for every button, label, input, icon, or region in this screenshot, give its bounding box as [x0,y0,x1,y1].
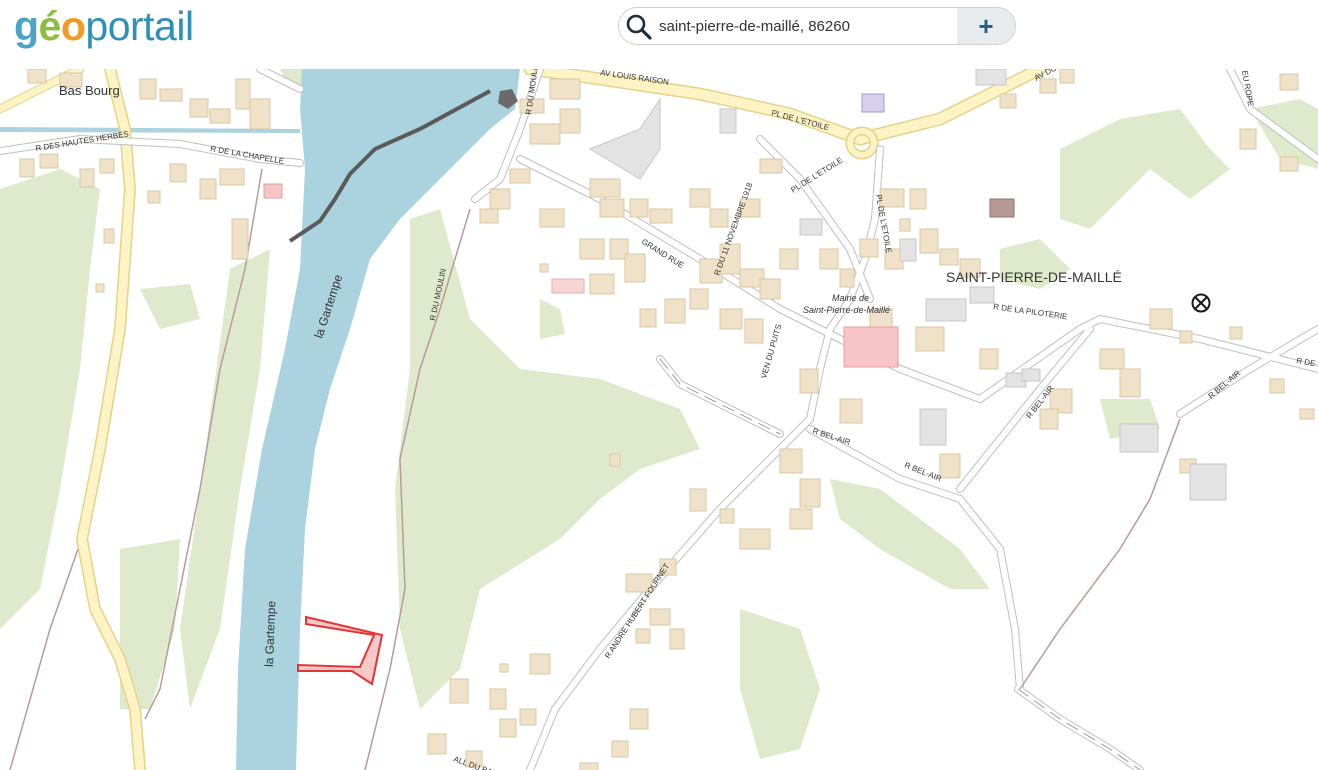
selected-parcel[interactable] [297,615,384,686]
vegetation-areas [0,69,1318,759]
dark-building [989,198,1015,218]
mairie-label: Mairie de [832,293,869,303]
street-label: R DE LA PILOTERIE [993,302,1068,321]
add-button[interactable]: + [957,8,1015,44]
mairie-label-2: Saint-Pierre-de-Maillé [803,305,890,315]
header: géoportail + [0,0,1318,69]
plus-icon: + [978,11,994,41]
river-label-south: la Gartempe [262,600,278,667]
search-bar: + [618,7,1016,45]
town-label: SAINT-PIERRE-DE-MAILLÉ [946,269,1122,285]
search-icon[interactable] [625,13,653,41]
geoportail-logo[interactable]: géoportail [14,2,194,50]
hamlet-label: Bas Bourg [59,83,120,98]
cross-circle-icon[interactable] [1191,293,1211,313]
map-view[interactable]: SAINT-PIERRE-DE-MAILLÉ Bas Bourg Mairie … [0,69,1318,770]
purple-building [861,93,885,113]
map-canvas[interactable]: SAINT-PIERRE-DE-MAILLÉ Bas Bourg Mairie … [0,69,1318,770]
search-input[interactable] [659,14,949,38]
street-label: R BEL-AIR [1207,368,1243,400]
